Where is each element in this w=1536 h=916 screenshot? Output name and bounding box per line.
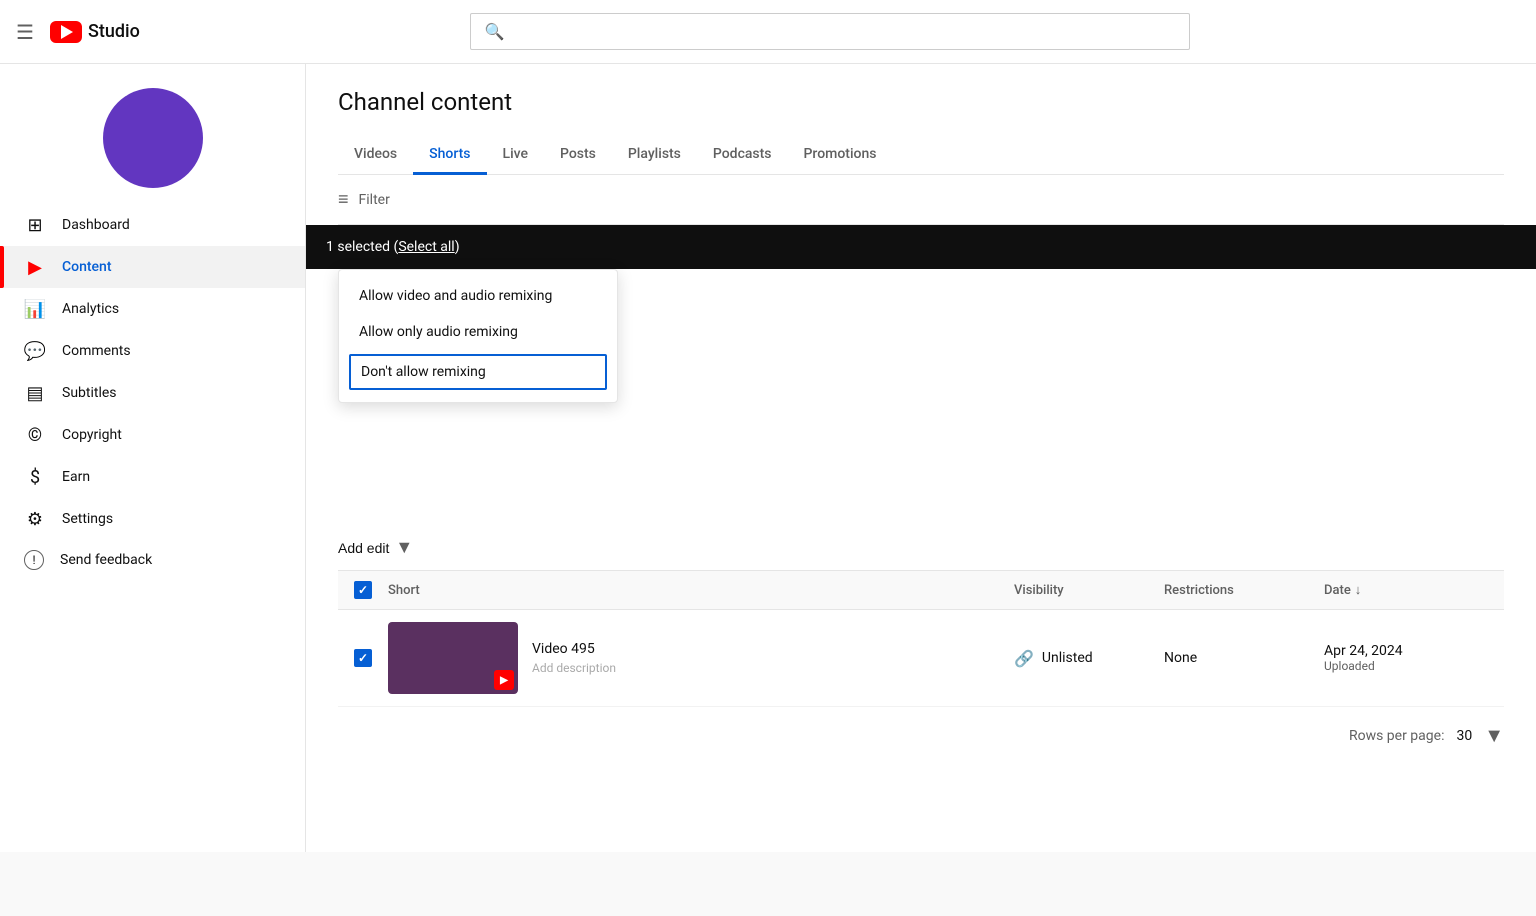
row-content: ▶ Video 495 Add description bbox=[388, 622, 1014, 694]
tabs: Videos Shorts Live Posts Playlists Podca… bbox=[338, 136, 1504, 175]
shorts-icon: ▶ bbox=[500, 675, 508, 686]
sidebar-item-settings[interactable]: ⚙ Settings bbox=[0, 498, 305, 540]
sidebar-label-analytics: Analytics bbox=[62, 301, 119, 317]
sidebar-label-copyright: Copyright bbox=[62, 427, 122, 443]
sidebar-item-content[interactable]: ▶ Content bbox=[0, 246, 305, 288]
header-date[interactable]: Date ↓ bbox=[1324, 582, 1504, 598]
sidebar-label-comments: Comments bbox=[62, 343, 131, 359]
selection-bar: 1 selected (Select all) bbox=[306, 225, 1536, 269]
sidebar-label-settings: Settings bbox=[62, 511, 113, 527]
tab-live[interactable]: Live bbox=[487, 136, 544, 175]
shorts-badge: ▶ bbox=[494, 670, 514, 690]
table-footer: Rows per page: 30 ▼ bbox=[338, 707, 1504, 764]
search-input[interactable] bbox=[515, 24, 1175, 40]
chevron-down-icon: ▼ bbox=[395, 537, 413, 558]
sidebar-label-content: Content bbox=[62, 259, 112, 275]
subtitles-icon: ▤ bbox=[24, 382, 46, 404]
main-content: Channel content Videos Shorts Live Posts… bbox=[306, 64, 1536, 852]
row-thumbnail[interactable]: ▶ bbox=[388, 622, 518, 694]
row-title[interactable]: Video 495 bbox=[532, 641, 1014, 657]
tab-videos[interactable]: Videos bbox=[338, 136, 413, 175]
header-visibility: Visibility bbox=[1014, 583, 1164, 598]
logo[interactable]: Studio bbox=[50, 21, 140, 43]
table-header: Short Visibility Restrictions Date ↓ bbox=[338, 571, 1504, 610]
copyright-icon: © bbox=[24, 424, 46, 446]
topbar: ☰ Studio 🔍 bbox=[0, 0, 1536, 64]
sidebar-label-feedback: Send feedback bbox=[60, 552, 152, 568]
visibility-link-icon: 🔗 bbox=[1014, 649, 1034, 668]
add-edit-bar: Add edit ▼ bbox=[338, 525, 1504, 571]
sidebar-label-earn: Earn bbox=[62, 469, 90, 485]
header-short: Short bbox=[388, 583, 1014, 598]
sidebar: ⊞ Dashboard ▶ Content 📊 Analytics 💬 Comm… bbox=[0, 64, 306, 852]
header-checkbox[interactable] bbox=[354, 581, 372, 599]
filter-label: Filter bbox=[359, 192, 390, 208]
add-edit-button[interactable]: Add edit ▼ bbox=[338, 537, 413, 558]
layout: ⊞ Dashboard ▶ Content 📊 Analytics 💬 Comm… bbox=[0, 64, 1536, 852]
search-icon: 🔍 bbox=[485, 22, 505, 41]
row-date: Apr 24, 2024 Uploaded bbox=[1324, 643, 1504, 673]
menu-icon[interactable]: ☰ bbox=[16, 20, 34, 44]
row-info: Video 495 Add description bbox=[518, 641, 1014, 675]
rows-per-page-chevron[interactable]: ▼ bbox=[1484, 723, 1504, 748]
dashboard-icon: ⊞ bbox=[24, 214, 46, 236]
comments-icon: 💬 bbox=[24, 340, 46, 362]
row-restrictions: None bbox=[1164, 650, 1324, 666]
remixing-section: Shorts remixing Allow video and audio re… bbox=[338, 269, 1504, 325]
header-checkbox-col bbox=[338, 581, 388, 599]
sidebar-item-earn[interactable]: $ Earn bbox=[0, 456, 305, 498]
row-visibility: 🔗 Unlisted bbox=[1014, 649, 1164, 668]
row-date-sub: Uploaded bbox=[1324, 659, 1504, 673]
sidebar-item-subtitles[interactable]: ▤ Subtitles bbox=[0, 372, 305, 414]
sidebar-item-dashboard[interactable]: ⊞ Dashboard bbox=[0, 204, 305, 246]
tab-posts[interactable]: Posts bbox=[544, 136, 612, 175]
page-title: Channel content bbox=[338, 88, 1504, 116]
tab-promotions[interactable]: Promotions bbox=[788, 136, 893, 175]
header-restrictions: Restrictions bbox=[1164, 583, 1324, 598]
row-checkbox-col bbox=[338, 649, 388, 667]
youtube-icon bbox=[50, 21, 82, 43]
remixing-option-allow-all[interactable]: Allow video and audio remixing bbox=[339, 278, 617, 314]
sidebar-item-comments[interactable]: 💬 Comments bbox=[0, 330, 305, 372]
sort-icon: ↓ bbox=[1355, 582, 1362, 598]
earn-icon: $ bbox=[24, 466, 46, 488]
content-icon: ▶ bbox=[24, 256, 46, 278]
search-bar: 🔍 bbox=[470, 13, 1190, 50]
sidebar-label-subtitles: Subtitles bbox=[62, 385, 117, 401]
remixing-dropdown-menu: Allow video and audio remixing Allow onl… bbox=[338, 269, 618, 403]
filter-bar[interactable]: ≡ Filter bbox=[338, 175, 1504, 225]
remixing-option-allow-audio[interactable]: Allow only audio remixing bbox=[339, 314, 617, 350]
filter-icon: ≡ bbox=[338, 189, 349, 210]
avatar bbox=[103, 88, 203, 188]
tab-shorts[interactable]: Shorts bbox=[413, 136, 486, 175]
avatar-section bbox=[0, 64, 305, 204]
table-row: ▶ Video 495 Add description 🔗 Unlisted N… bbox=[338, 610, 1504, 707]
settings-icon: ⚙ bbox=[24, 508, 46, 530]
select-all-link[interactable]: Select all bbox=[398, 239, 454, 255]
rows-per-page-label: Rows per page: bbox=[1349, 728, 1444, 744]
analytics-icon: 📊 bbox=[24, 298, 46, 320]
row-checkbox[interactable] bbox=[354, 649, 372, 667]
visibility-text: Unlisted bbox=[1042, 650, 1093, 666]
feedback-icon: ! bbox=[24, 550, 44, 570]
tab-playlists[interactable]: Playlists bbox=[612, 136, 697, 175]
sidebar-label-dashboard: Dashboard bbox=[62, 217, 130, 233]
sidebar-item-send-feedback[interactable]: ! Send feedback bbox=[0, 540, 305, 580]
studio-label: Studio bbox=[88, 21, 140, 42]
selected-count: 1 selected (Select all) bbox=[326, 239, 460, 255]
rows-per-page-value: 30 bbox=[1456, 728, 1472, 744]
row-date-main: Apr 24, 2024 bbox=[1324, 643, 1504, 659]
row-description[interactable]: Add description bbox=[532, 661, 1014, 675]
sidebar-item-analytics[interactable]: 📊 Analytics bbox=[0, 288, 305, 330]
sidebar-item-copyright[interactable]: © Copyright bbox=[0, 414, 305, 456]
tab-podcasts[interactable]: Podcasts bbox=[697, 136, 788, 175]
remixing-option-dont-allow[interactable]: Don't allow remixing bbox=[349, 354, 607, 390]
